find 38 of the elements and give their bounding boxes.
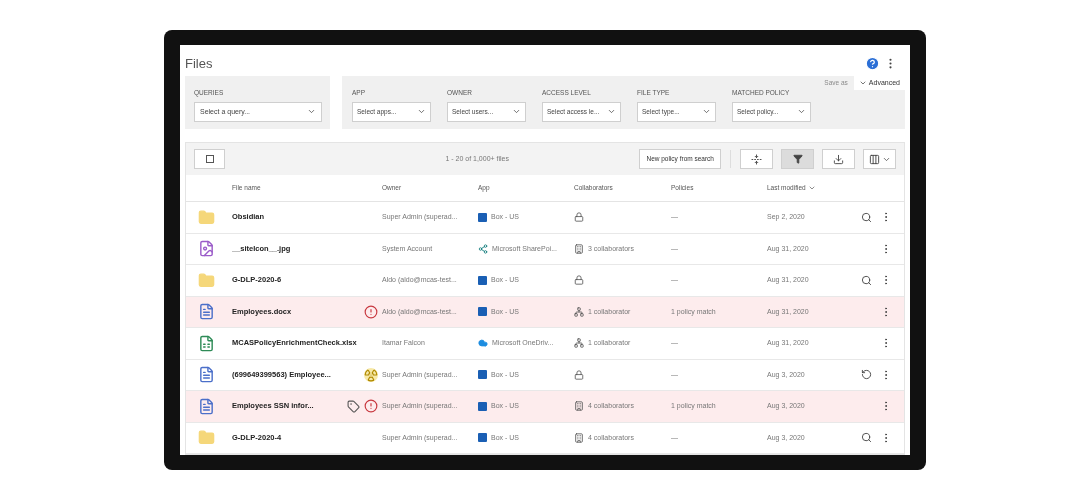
page-title: Files xyxy=(185,54,213,73)
columns-icon xyxy=(868,153,880,165)
lock-icon xyxy=(574,369,584,380)
folder-icon xyxy=(198,429,215,447)
help-icon[interactable] xyxy=(865,56,880,71)
download-button[interactable] xyxy=(822,149,855,169)
select-all-checkbox[interactable] xyxy=(194,149,225,169)
lock-icon xyxy=(574,275,584,286)
download-icon xyxy=(833,153,844,165)
network-icon xyxy=(574,306,584,317)
network-icon xyxy=(574,338,584,349)
building-icon xyxy=(574,401,584,412)
collapse-icon xyxy=(751,153,762,165)
search-icon[interactable] xyxy=(861,211,872,223)
sort-caret-icon xyxy=(807,184,816,192)
document-icon xyxy=(198,303,215,321)
lock-icon xyxy=(574,212,584,223)
building-icon xyxy=(574,432,584,443)
folder-icon xyxy=(198,271,215,289)
building-icon xyxy=(574,243,584,254)
folder-icon xyxy=(198,208,215,226)
columns-button[interactable] xyxy=(863,149,896,169)
search-icon[interactable] xyxy=(861,274,872,286)
document-icon xyxy=(198,397,215,415)
spreadsheet-icon xyxy=(198,334,215,352)
restore-icon[interactable] xyxy=(861,369,872,381)
document-icon xyxy=(198,366,215,384)
alert-icon xyxy=(364,399,378,414)
cloud-icon xyxy=(478,338,488,349)
collapse-button[interactable] xyxy=(740,149,773,169)
tag-icon xyxy=(347,399,360,413)
filter-icon xyxy=(792,154,803,164)
search-icon[interactable] xyxy=(861,432,872,444)
radiation-icon xyxy=(364,367,378,382)
caret-icon xyxy=(858,79,867,87)
image-file-icon xyxy=(198,240,215,258)
filter-button[interactable] xyxy=(781,149,814,169)
alert-icon xyxy=(364,304,378,319)
